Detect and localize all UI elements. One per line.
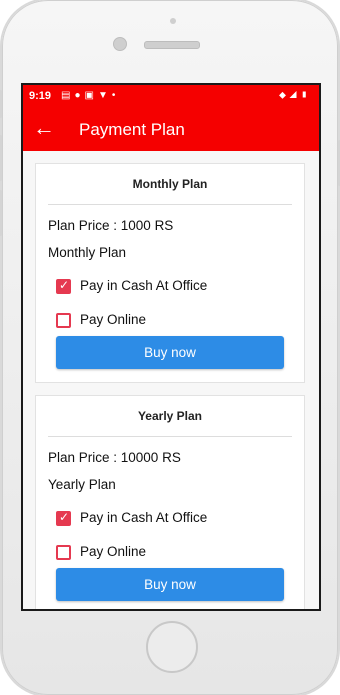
signal-icon: ◢ (289, 90, 300, 101)
mute-switch (0, 90, 2, 118)
earpiece-speaker (144, 41, 200, 49)
buy-now-button[interactable]: Buy now (56, 568, 284, 601)
option-label: Pay in Cash At Office (80, 278, 208, 293)
status-bar: 9:19 ▤●▣▼• ⬥◢▮ (23, 85, 319, 109)
notification-icon: ▤ (61, 90, 75, 101)
battery-icon: ▮ (300, 90, 311, 101)
buy-now-button[interactable]: Buy now (56, 336, 284, 369)
back-arrow-icon[interactable]: ← (33, 115, 55, 141)
front-camera (113, 37, 127, 51)
message-icon: ▣ (84, 90, 98, 101)
volume-down-button (0, 190, 2, 236)
plan-card-monthly: Monthly Plan Plan Price : 1000 RS Monthl… (35, 163, 305, 383)
wifi-icon: ⬥ (279, 90, 289, 101)
checkbox-unchecked[interactable] (56, 313, 71, 328)
divider (48, 436, 292, 437)
plan-name: Yearly Plan (48, 477, 116, 492)
status-time: 9:19 (29, 90, 52, 102)
plan-card-header: Yearly Plan (137, 409, 203, 423)
plan-card-header: Monthly Plan (132, 177, 208, 191)
status-system-icons: ⬥◢▮ (279, 90, 311, 101)
plan-card-yearly: Yearly Plan Plan Price : 10000 RS Yearly… (35, 395, 305, 609)
volume-up-button (0, 135, 2, 181)
dot-icon: • (111, 90, 120, 101)
location-pin-icon: ● (74, 90, 85, 101)
option-label: Pay Online (80, 312, 147, 327)
option-label: Pay in Cash At Office (80, 510, 208, 525)
arrow-icon: ▼ (97, 90, 112, 101)
status-notification-icons: ▤●▣▼• (61, 90, 119, 101)
app-bar: ← Payment Plan (23, 109, 319, 151)
option-label: Pay Online (80, 544, 147, 559)
checkbox-checked[interactable] (56, 278, 71, 294)
page-title: Payment Plan (79, 120, 185, 139)
checkbox-checked[interactable] (56, 510, 71, 526)
checkbox-unchecked[interactable] (56, 545, 71, 560)
plans-list[interactable]: Monthly Plan Plan Price : 1000 RS Monthl… (23, 151, 319, 609)
app-screen: 9:19 ▤●▣▼• ⬥◢▮ ← Payment Plan Monthly Pl… (21, 83, 321, 611)
plan-price: Plan Price : 10000 RS (48, 450, 181, 465)
sensor-dot (170, 18, 176, 24)
divider (48, 204, 292, 205)
home-button[interactable] (146, 621, 198, 673)
plan-name: Monthly Plan (48, 245, 127, 260)
plan-price: Plan Price : 1000 RS (48, 218, 174, 233)
